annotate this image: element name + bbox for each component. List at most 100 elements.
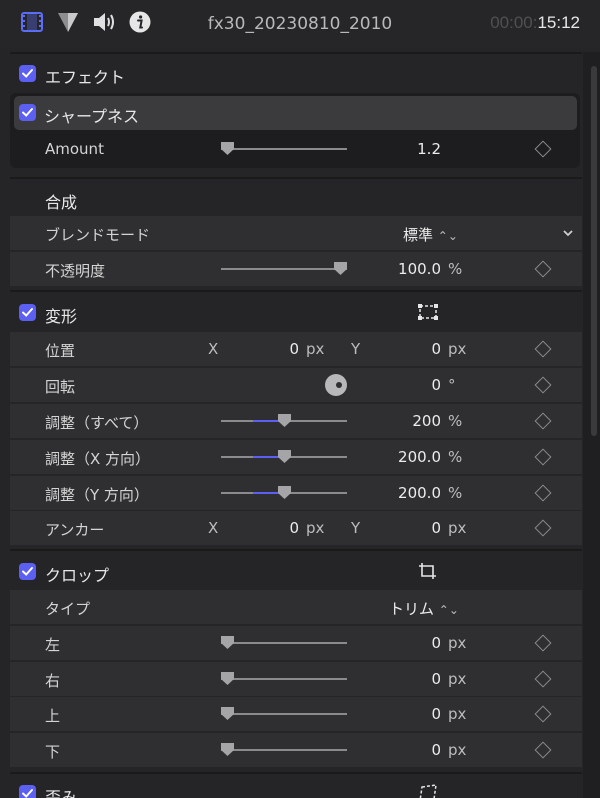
anchor-row: アンカー X 0 px Y 0 px [10, 511, 582, 545]
scale-x-slider-knob[interactable] [277, 450, 291, 463]
crop-bottom-value[interactable]: 0 [361, 741, 441, 759]
crop-top-slider-knob[interactable] [221, 707, 234, 720]
section-divider [10, 52, 582, 54]
crop-checkbox[interactable] [19, 563, 36, 580]
crop-bottom-slider-knob[interactable] [221, 743, 234, 756]
crop-bottom-slider[interactable] [221, 743, 347, 756]
rotation-row: 回転 0 ° [10, 368, 582, 402]
distort-label: 歪み [45, 788, 78, 798]
anchor-y-unit: px [448, 519, 467, 537]
scale-all-label: 調整（すべて） [45, 414, 149, 432]
blend-mode-row: ブレンドモード 標準 ⌃⌄ [10, 216, 582, 250]
distort-section-header[interactable]: 歪み [0, 776, 583, 798]
scale-y-value[interactable]: 200.0 [361, 484, 441, 502]
compositing-label: 合成 [45, 193, 78, 212]
inspector-top-bar: fx30_20230810_2010 00:00:15:12 [0, 0, 600, 48]
scale-all-slider-knob[interactable] [277, 414, 291, 427]
crop-section-header[interactable]: クロップ [0, 553, 583, 589]
opacity-slider[interactable] [221, 262, 347, 275]
crop-right-unit: px [448, 670, 467, 688]
crop-type-value: トリム [389, 600, 435, 618]
position-x-unit: px [306, 340, 325, 358]
keyframe-diamond-icon[interactable] [534, 376, 552, 394]
keyframe-diamond-icon[interactable] [534, 140, 552, 158]
opacity-label: 不透明度 [45, 262, 106, 280]
opacity-value[interactable]: 100.0 [361, 260, 441, 278]
crop-right-label: 右 [45, 672, 61, 690]
keyframe-diamond-icon[interactable] [534, 741, 552, 759]
keyframe-diamond-icon[interactable] [534, 519, 552, 537]
transform-onscreen-icon[interactable] [417, 303, 439, 321]
keyframe-diamond-icon[interactable] [534, 670, 552, 688]
crop-bottom-unit: px [448, 741, 467, 759]
effects-section-header[interactable]: エフェクト [0, 56, 583, 92]
position-label: 位置 [45, 342, 76, 360]
distort-checkbox[interactable] [19, 785, 36, 798]
opacity-slider-fill [221, 268, 347, 270]
crop-right-slider[interactable] [221, 672, 347, 685]
transform-label: 変形 [45, 307, 78, 326]
chevron-down-icon[interactable] [562, 228, 574, 238]
crop-right-value[interactable]: 0 [361, 670, 441, 688]
distort-onscreen-icon[interactable] [417, 784, 439, 798]
anchor-x-unit: px [306, 519, 325, 537]
keyframe-diamond-icon[interactable] [534, 484, 552, 502]
rotation-dial-icon[interactable] [324, 373, 348, 397]
anchor-y-value[interactable]: 0 [361, 519, 441, 537]
scale-y-slider[interactable] [221, 486, 347, 499]
rotation-value[interactable]: 0 [361, 376, 441, 394]
sharpness-header[interactable]: シャープネス [14, 96, 577, 130]
blend-mode-select[interactable]: 標準 ⌃⌄ [403, 224, 458, 245]
scale-y-row: 調整（Y 方向） 200.0 % [10, 476, 582, 510]
amount-value[interactable]: 1.2 [361, 140, 441, 158]
crop-top-slider[interactable] [221, 707, 347, 720]
scale-all-slider[interactable] [221, 414, 347, 427]
crop-label: クロップ [45, 566, 110, 585]
position-x-value[interactable]: 0 [219, 340, 299, 358]
keyframe-diamond-icon[interactable] [534, 412, 552, 430]
blend-mode-label: ブレンドモード [45, 226, 151, 244]
transform-section-header[interactable]: 変形 [0, 294, 583, 330]
keyframe-diamond-icon[interactable] [534, 448, 552, 466]
compositing-section-header: 合成 [0, 180, 583, 216]
crop-left-slider[interactable] [221, 636, 347, 649]
keyframe-diamond-icon[interactable] [534, 340, 552, 358]
rotation-unit: ° [448, 376, 456, 394]
crop-onscreen-icon[interactable] [417, 562, 439, 580]
crop-type-select[interactable]: トリム ⌃⌄ [389, 598, 459, 619]
scrollbar-thumb[interactable] [591, 66, 597, 436]
crop-right-slider-knob[interactable] [221, 672, 234, 685]
crop-left-label: 左 [45, 636, 61, 654]
position-y-value[interactable]: 0 [361, 340, 441, 358]
position-y-unit: px [448, 340, 467, 358]
effects-checkbox[interactable] [19, 65, 36, 82]
position-row: 位置 X 0 px Y 0 px [10, 332, 582, 366]
section-divider [10, 177, 582, 179]
crop-left-slider-knob[interactable] [221, 636, 234, 649]
amount-slider[interactable] [221, 142, 347, 155]
scale-all-value[interactable]: 200 [361, 412, 441, 430]
scale-y-slider-knob[interactable] [277, 486, 291, 499]
transform-checkbox[interactable] [19, 304, 36, 321]
crop-bottom-row: 下 0 px [10, 733, 582, 767]
crop-top-value[interactable]: 0 [361, 705, 441, 723]
keyframe-diamond-icon[interactable] [534, 705, 552, 723]
scale-x-row: 調整（X 方向） 200.0 % [10, 440, 582, 474]
anchor-x-value[interactable]: 0 [219, 519, 299, 537]
effects-label: エフェクト [45, 68, 126, 87]
opacity-slider-knob[interactable] [334, 262, 347, 275]
scale-x-slider[interactable] [221, 450, 347, 463]
amount-slider-knob[interactable] [221, 142, 234, 155]
anchor-label: アンカー [45, 521, 105, 539]
section-divider [10, 290, 582, 292]
scale-x-value[interactable]: 200.0 [361, 448, 441, 466]
anchor-y-label: Y [351, 519, 361, 537]
crop-left-value[interactable]: 0 [361, 634, 441, 652]
anchor-x-label: X [208, 519, 219, 537]
rotation-label: 回転 [45, 378, 76, 396]
keyframe-diamond-icon[interactable] [534, 634, 552, 652]
scale-all-row: 調整（すべて） 200 % [10, 404, 582, 438]
sharpness-checkbox[interactable] [19, 104, 36, 121]
keyframe-diamond-icon[interactable] [534, 260, 552, 278]
scale-y-unit: % [448, 484, 463, 502]
